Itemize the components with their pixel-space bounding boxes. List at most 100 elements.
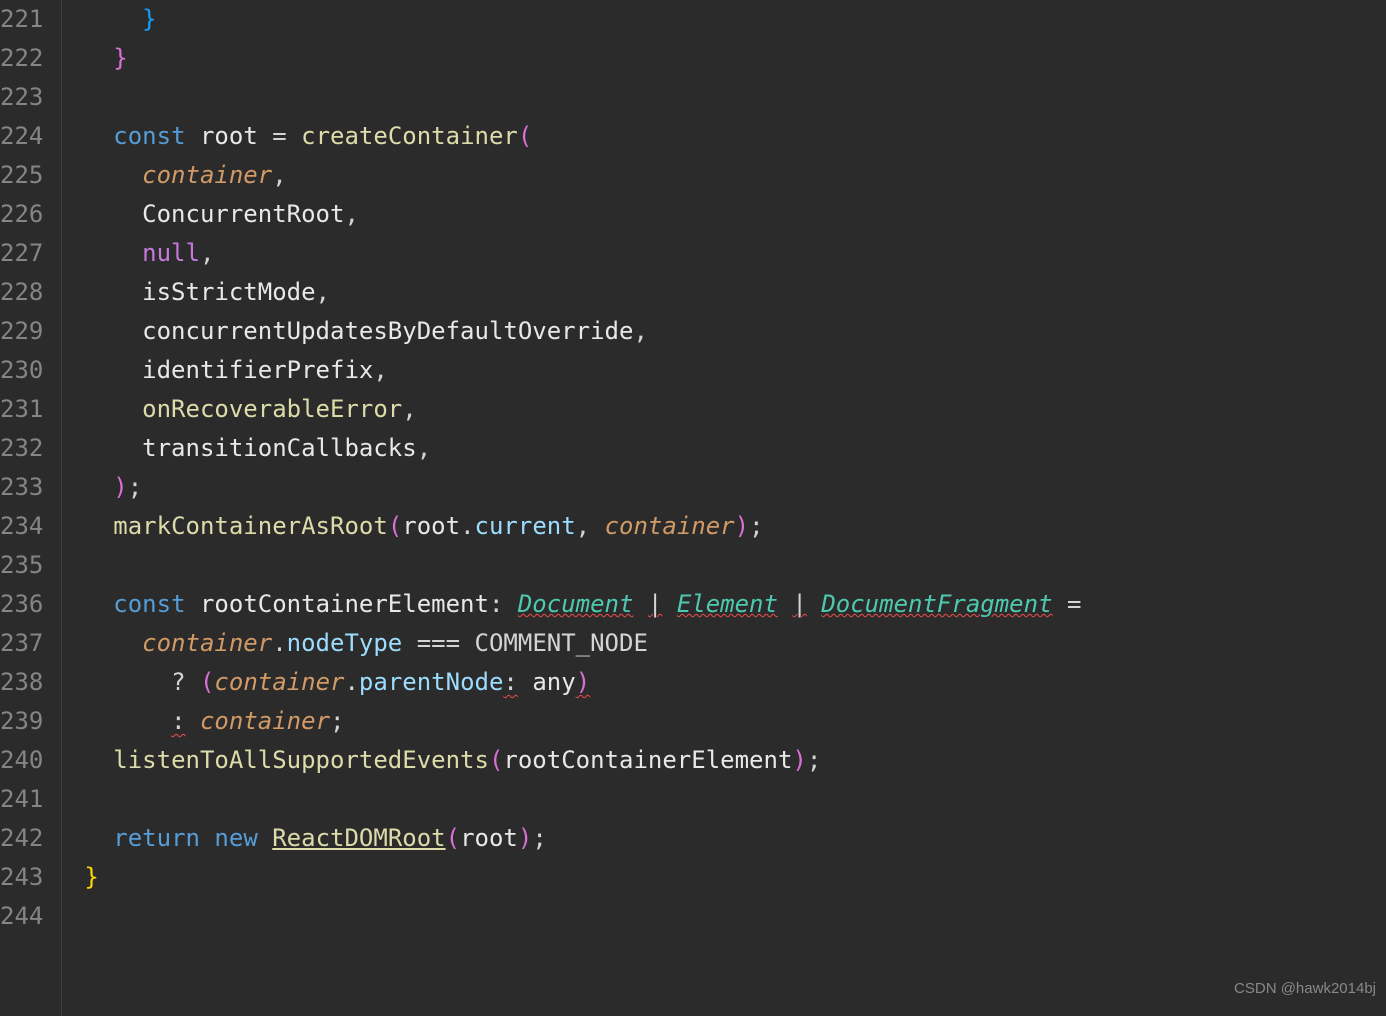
code-line[interactable]: null,: [84, 234, 1386, 273]
variable: concurrentUpdatesByDefaultOverride: [142, 317, 633, 345]
code-line[interactable]: [84, 897, 1386, 936]
pipe: |: [792, 590, 806, 618]
line-number: 228: [0, 273, 43, 312]
semicolon: ;: [532, 824, 546, 852]
comma: ,: [633, 317, 647, 345]
line-number: 242: [0, 819, 43, 858]
dot: .: [460, 512, 474, 540]
line-number: 240: [0, 741, 43, 780]
paren: (: [388, 512, 402, 540]
semicolon: ;: [128, 473, 142, 501]
function-call: listenToAllSupportedEvents: [113, 746, 489, 774]
paren: (: [518, 122, 532, 150]
variable: root: [460, 824, 518, 852]
line-number: 226: [0, 195, 43, 234]
line-number: 235: [0, 546, 43, 585]
variable: identifierPrefix: [142, 356, 373, 384]
paren: ): [576, 668, 590, 696]
class-name: ReactDOMRoot: [272, 824, 445, 852]
function-call: createContainer: [301, 122, 518, 150]
dot: .: [272, 629, 286, 657]
pipe: |: [648, 590, 662, 618]
code-line[interactable]: listenToAllSupportedEvents(rootContainer…: [84, 741, 1386, 780]
type-annotation: Document: [518, 590, 634, 618]
code-line[interactable]: }: [84, 858, 1386, 897]
code-line[interactable]: [84, 780, 1386, 819]
line-number: 221: [0, 0, 43, 39]
line-number: 225: [0, 156, 43, 195]
line-number: 239: [0, 702, 43, 741]
paren: ): [113, 473, 127, 501]
code-editor[interactable]: 221 222 223 224 225 226 227 228 229 230 …: [0, 0, 1386, 1016]
variable: rootContainerElement: [503, 746, 792, 774]
line-number: 224: [0, 117, 43, 156]
paren: ): [735, 512, 749, 540]
type-annotation: DocumentFragment: [821, 590, 1052, 618]
type-any: any: [532, 668, 575, 696]
watermark-text: CSDN @hawk2014bj: [1234, 969, 1376, 1008]
code-line[interactable]: concurrentUpdatesByDefaultOverride,: [84, 312, 1386, 351]
variable: root: [200, 122, 258, 150]
line-number: 229: [0, 312, 43, 351]
semicolon: ;: [330, 707, 344, 735]
operator: =: [1067, 590, 1081, 618]
property: parentNode: [359, 668, 504, 696]
line-number: 227: [0, 234, 43, 273]
paren: (: [489, 746, 503, 774]
parameter: container: [605, 512, 735, 540]
function-call: markContainerAsRoot: [113, 512, 388, 540]
ternary: :: [171, 707, 185, 735]
keyword-const: const: [113, 122, 185, 150]
comma: ,: [344, 200, 358, 228]
keyword-return: return: [113, 824, 200, 852]
paren: ): [518, 824, 532, 852]
line-number-gutter: 221 222 223 224 225 226 227 228 229 230 …: [0, 0, 61, 1016]
line-number: 230: [0, 351, 43, 390]
code-line[interactable]: markContainerAsRoot(root.current, contai…: [84, 507, 1386, 546]
keyword-new: new: [214, 824, 257, 852]
semicolon: ;: [749, 512, 763, 540]
code-line[interactable]: : container;: [84, 702, 1386, 741]
variable: isStrictMode: [142, 278, 315, 306]
code-line[interactable]: }: [84, 39, 1386, 78]
line-number: 243: [0, 858, 43, 897]
brace: }: [113, 44, 127, 72]
code-line[interactable]: ? (container.parentNode: any): [84, 663, 1386, 702]
line-number: 241: [0, 780, 43, 819]
code-line[interactable]: onRecoverableError,: [84, 390, 1386, 429]
variable: rootContainerElement: [200, 590, 489, 618]
code-line[interactable]: transitionCallbacks,: [84, 429, 1386, 468]
code-line[interactable]: return new ReactDOMRoot(root);: [84, 819, 1386, 858]
code-line[interactable]: const rootContainerElement: Document | E…: [84, 585, 1386, 624]
line-number: 238: [0, 663, 43, 702]
comma: ,: [576, 512, 590, 540]
dot: .: [344, 668, 358, 696]
code-line[interactable]: }: [84, 0, 1386, 39]
code-line[interactable]: isStrictMode,: [84, 273, 1386, 312]
comma: ,: [200, 239, 214, 267]
code-line[interactable]: [84, 546, 1386, 585]
code-line[interactable]: [84, 78, 1386, 117]
parameter: container: [142, 629, 272, 657]
code-line[interactable]: );: [84, 468, 1386, 507]
code-line[interactable]: ConcurrentRoot,: [84, 195, 1386, 234]
line-number: 244: [0, 897, 43, 936]
line-number: 234: [0, 507, 43, 546]
parameter: container: [200, 707, 330, 735]
code-line[interactable]: container,: [84, 156, 1386, 195]
code-line[interactable]: const root = createContainer(: [84, 117, 1386, 156]
comma: ,: [417, 434, 431, 462]
ternary: ?: [171, 668, 185, 696]
space: [590, 512, 604, 540]
paren: ): [792, 746, 806, 774]
semicolon: ;: [807, 746, 821, 774]
comma: ,: [402, 395, 416, 423]
code-line[interactable]: identifierPrefix,: [84, 351, 1386, 390]
line-number: 231: [0, 390, 43, 429]
code-line[interactable]: container.nodeType === COMMENT_NODE: [84, 624, 1386, 663]
variable: ConcurrentRoot: [142, 200, 344, 228]
code-area[interactable]: } } const root = createContainer( contai…: [61, 0, 1386, 1016]
variable: transitionCallbacks: [142, 434, 417, 462]
keyword-const: const: [113, 590, 185, 618]
line-number: 223: [0, 78, 43, 117]
